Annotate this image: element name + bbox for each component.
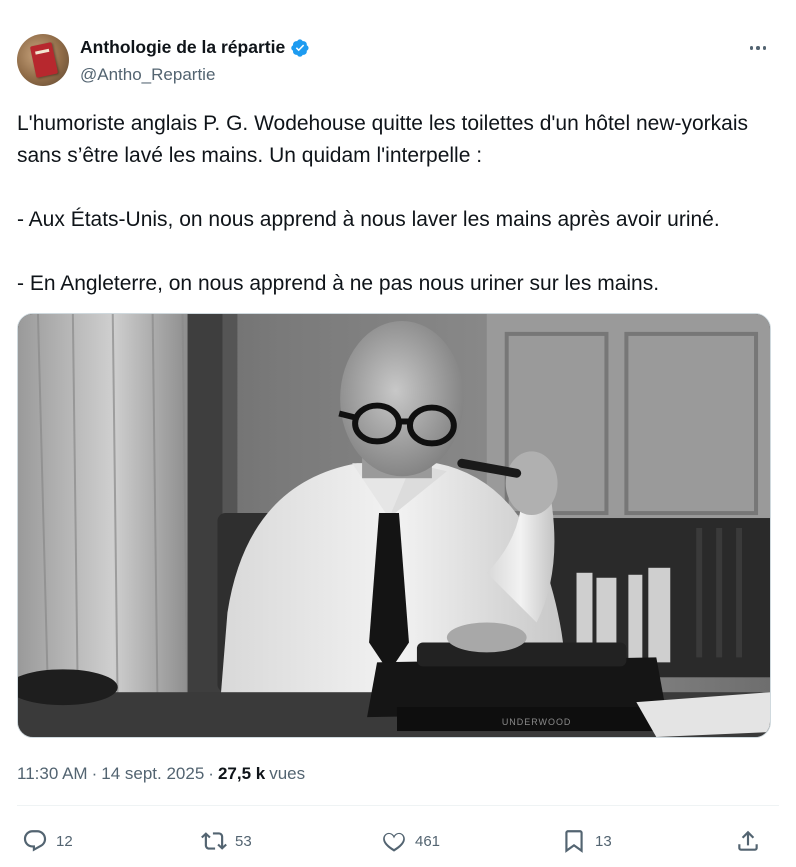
author-handle[interactable]: @Antho_Repartie xyxy=(80,65,215,85)
typewriter-brand-label: UNDERWOOD xyxy=(502,717,572,727)
divider xyxy=(17,805,779,806)
share-button[interactable] xyxy=(735,828,761,854)
wodehouse-typewriter-photo: UNDERWOOD xyxy=(18,314,770,737)
tweet-text: L'humoriste anglais P. G. Wodehouse quit… xyxy=(17,112,748,295)
author-display-name[interactable]: Anthologie de la répartie xyxy=(80,37,285,58)
reply-count: 12 xyxy=(56,832,73,850)
tweet-meta: 11:30 AM · 14 sept. 2025 · 27,5 k vues xyxy=(17,764,305,784)
tweet-photo[interactable]: UNDERWOOD xyxy=(17,313,771,738)
action-bar: 12 53 461 13 xyxy=(17,828,769,862)
bookmark-icon xyxy=(565,830,583,853)
more-options-icon[interactable] xyxy=(746,38,770,58)
bookmark-count: 13 xyxy=(595,832,612,850)
retweet-count: 53 xyxy=(235,832,252,850)
retweet-button[interactable]: 53 xyxy=(201,828,252,854)
meta-separator-2: · xyxy=(208,764,214,783)
views-label: vues xyxy=(269,764,306,783)
meta-separator: · xyxy=(91,764,98,783)
reply-button[interactable]: 12 xyxy=(22,828,73,854)
share-icon xyxy=(738,830,758,851)
tweet-date[interactable]: 14 sept. 2025 xyxy=(101,764,204,784)
views-count: 27,5 k xyxy=(217,764,266,783)
reply-icon xyxy=(23,830,47,852)
author-name-row: Anthologie de la répartie xyxy=(80,37,310,58)
like-button[interactable]: 461 xyxy=(381,828,440,854)
verified-badge-icon xyxy=(291,38,309,57)
avatar-book-icon xyxy=(29,42,59,78)
bookmark-button[interactable]: 13 xyxy=(561,828,612,854)
heart-icon xyxy=(383,832,405,852)
tweet-time[interactable]: 11:30 AM xyxy=(17,764,88,784)
like-count: 461 xyxy=(415,832,441,850)
retweet-icon xyxy=(201,832,227,850)
author-avatar[interactable] xyxy=(17,34,69,86)
